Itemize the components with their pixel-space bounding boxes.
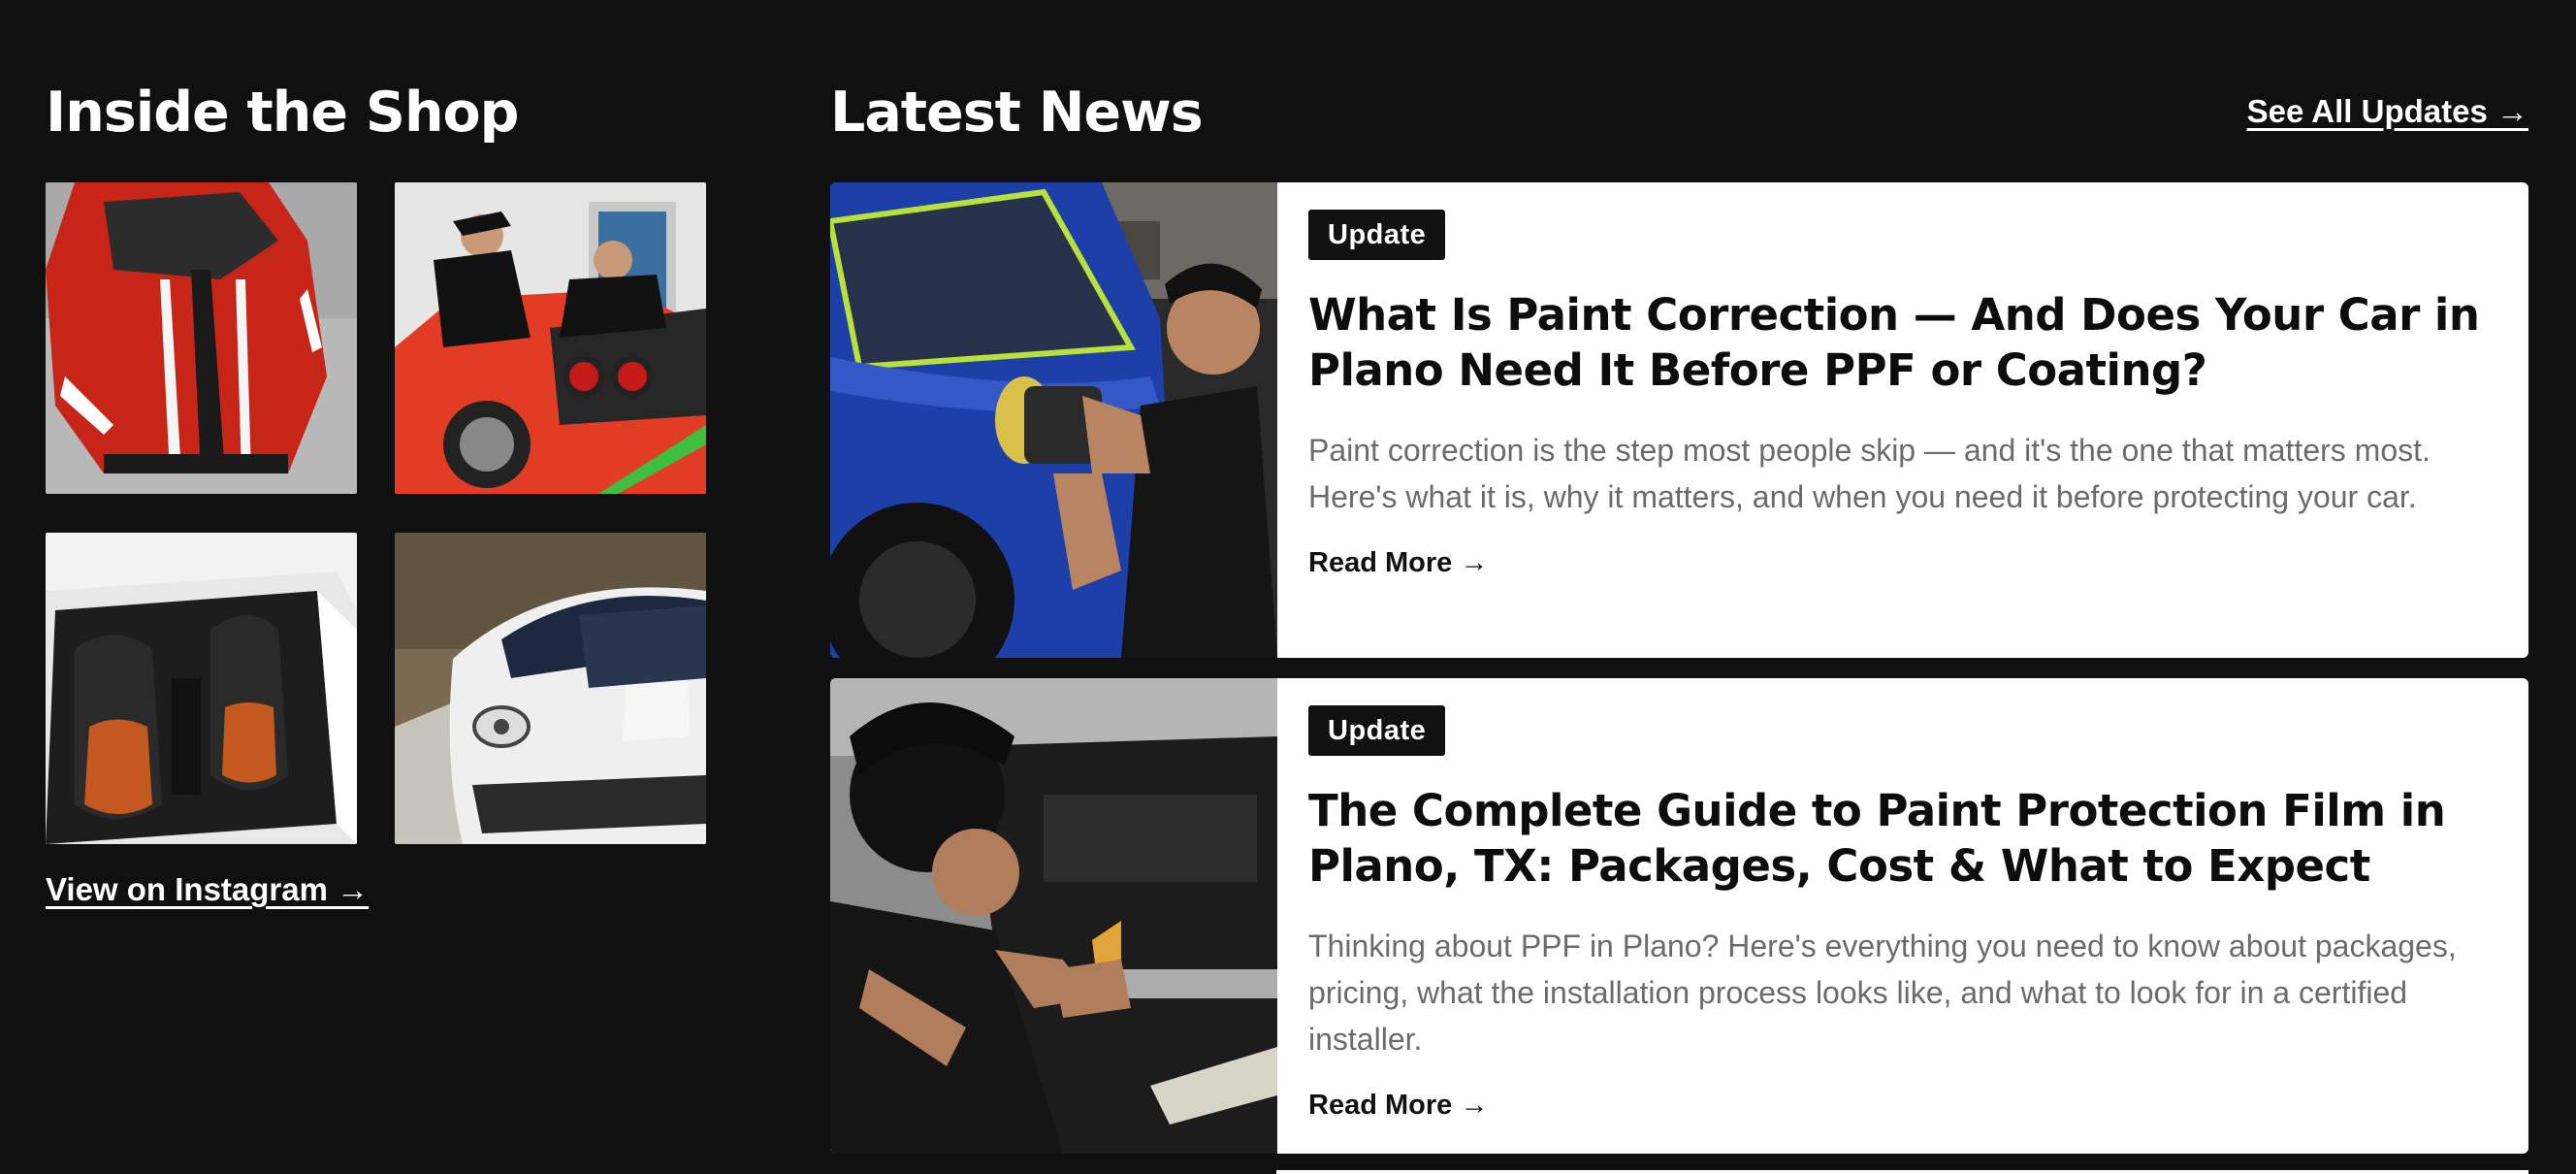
view-on-instagram-link[interactable]: View on Instagram → (46, 871, 369, 908)
news-card[interactable]: Update The Complete Guide to Paint Prote… (830, 678, 2528, 1154)
latest-news-header: Latest News (830, 74, 1204, 151)
news-card-title[interactable]: What Is Paint Correction — And Does Your… (1308, 287, 2499, 398)
news-card-excerpt: Paint correction is the step most people… (1308, 433, 2431, 514)
red-ferrari-spider-installers-photo (395, 182, 706, 494)
porsche-orange-interior-seats-photo (46, 533, 357, 844)
shop-photo-3[interactable] (46, 533, 357, 844)
next-news-card-edge (1276, 1170, 2528, 1174)
page: Inside the Shop View on Instagram → Late… (0, 0, 2576, 1174)
technician-installing-ppf-photo (830, 678, 1277, 1154)
update-badge: Update (1308, 210, 1446, 260)
read-more-link[interactable]: Read More → (1308, 547, 1488, 579)
news-card-title[interactable]: The Complete Guide to Paint Protection F… (1308, 783, 2499, 894)
shop-photo-4[interactable] (395, 533, 706, 844)
white-porsche-gt4-photo (395, 533, 706, 844)
shop-section-title: Inside the Shop (46, 81, 519, 145)
shop-photo-2[interactable] (395, 182, 706, 494)
news-card-body: Update What Is Paint Correction — And Do… (1308, 210, 2499, 579)
red-ferrari-hood-stripes-photo (46, 182, 357, 494)
news-card-image[interactable] (830, 182, 1277, 658)
inside-the-shop-section: Inside the Shop View on Instagram → (46, 74, 706, 907)
technician-polishing-blue-car-photo (830, 182, 1277, 658)
news-section-title: Latest News (830, 81, 1204, 145)
read-more-link[interactable]: Read More → (1308, 1090, 1488, 1122)
instagram-photo-grid (46, 182, 706, 844)
update-badge: Update (1308, 705, 1446, 756)
see-all-updates-link[interactable]: See All Updates → (2247, 93, 2528, 130)
news-card-body: Update The Complete Guide to Paint Prote… (1308, 705, 2499, 1122)
news-card[interactable]: Update What Is Paint Correction — And Do… (830, 182, 2528, 658)
shop-photo-1[interactable] (46, 182, 357, 494)
news-card-excerpt: Thinking about PPF in Plano? Here's ever… (1308, 929, 2457, 1057)
news-card-image[interactable] (830, 678, 1277, 1154)
